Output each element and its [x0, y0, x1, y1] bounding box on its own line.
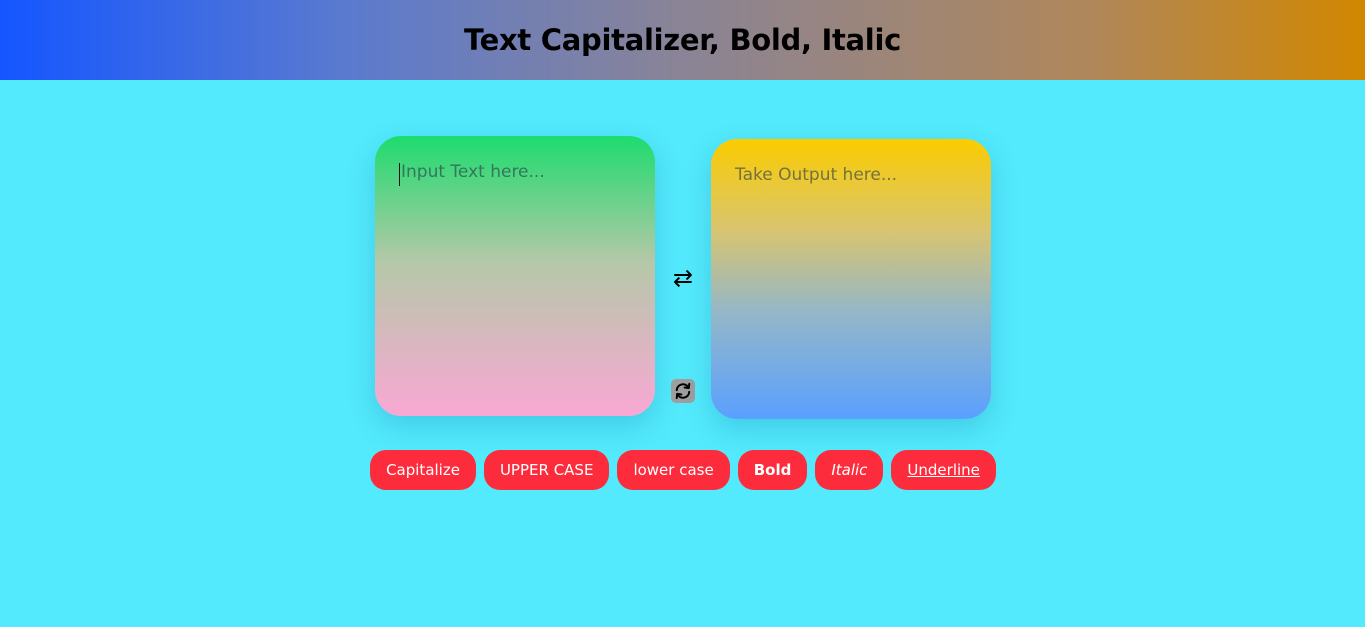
refresh-icon-graphic [675, 382, 691, 400]
text-cursor [399, 163, 400, 186]
lowercase-button[interactable]: lower case [617, 450, 730, 490]
capitalize-button[interactable]: Capitalize [370, 450, 476, 490]
output-textarea[interactable] [711, 139, 991, 419]
input-textarea[interactable] [375, 136, 655, 416]
page-header: Text Capitalizer, Bold, Italic [0, 0, 1365, 80]
uppercase-button[interactable]: UPPER CASE [483, 450, 610, 490]
underline-button[interactable]: Underline [891, 450, 996, 490]
bold-button[interactable]: Bold [737, 450, 808, 490]
page-title: Text Capitalizer, Bold, Italic [464, 23, 901, 57]
swap-icon[interactable]: ⇄ [670, 264, 696, 292]
refresh-icon[interactable] [671, 379, 695, 403]
action-buttons: Capitalize UPPER CASE lower case Bold It… [0, 450, 1365, 490]
italic-button[interactable]: Italic [815, 450, 884, 490]
